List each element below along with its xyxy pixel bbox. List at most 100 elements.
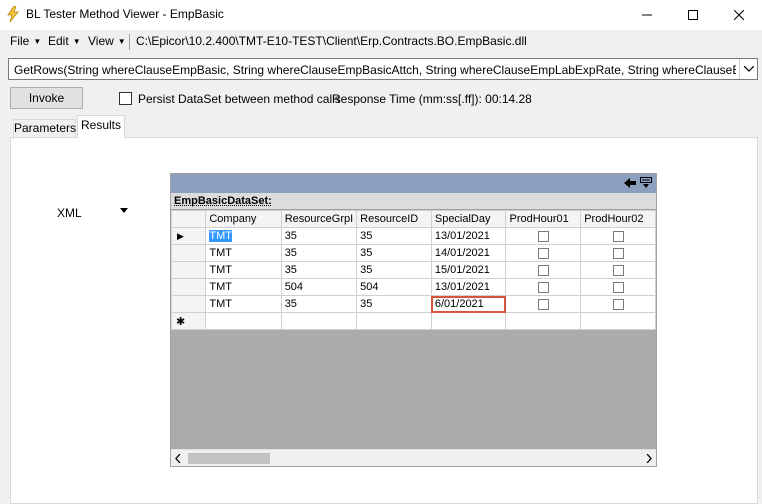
cell-company[interactable]: TMT <box>205 261 282 279</box>
column-header-company[interactable]: Company <box>205 210 282 228</box>
new-row[interactable]: ✱ <box>170 312 656 330</box>
dll-path: C:\Epicor\10.2.400\TMT-E10-TEST\Client\E… <box>136 34 527 48</box>
table-row[interactable]: TMT 504 504 13/01/2021 <box>170 278 656 296</box>
menu-separator <box>129 34 130 50</box>
row-selector[interactable] <box>170 278 207 296</box>
cell-company[interactable]: TMT <box>205 244 282 262</box>
cell-specialday[interactable]: 14/01/2021 <box>430 244 507 262</box>
cell-resourcegrpid[interactable]: 35 <box>280 227 358 245</box>
cell-resourcegrpid[interactable]: 35 <box>280 295 358 313</box>
lightning-icon <box>7 6 19 22</box>
cell-company[interactable]: TMT <box>205 295 282 313</box>
cell-prodhour02[interactable] <box>580 278 656 296</box>
cell-prodhour01[interactable] <box>505 295 582 313</box>
cell-prodhour01[interactable] <box>505 261 582 279</box>
cell-prodhour01[interactable] <box>505 278 582 296</box>
column-header-prodhour02[interactable]: ProdHour02 <box>580 210 656 228</box>
cell-prodhour01[interactable] <box>505 227 582 245</box>
chevron-down-icon[interactable] <box>739 59 757 79</box>
menu-view[interactable]: View ▼ <box>88 34 126 48</box>
cell-prodhour01[interactable] <box>505 312 582 330</box>
caret-down-icon[interactable] <box>120 208 128 213</box>
cell-specialday[interactable]: 13/01/2021 <box>430 227 507 245</box>
current-row-indicator[interactable]: ▶ <box>170 227 207 245</box>
minimize-button[interactable] <box>624 0 670 30</box>
cell-resourcegrpid[interactable]: 35 <box>280 244 358 262</box>
cell-company[interactable]: TMT <box>205 278 282 296</box>
cell-resourceid[interactable]: 35 <box>356 261 432 279</box>
column-header-resourcegrpid[interactable]: ResourceGrpI <box>280 210 358 228</box>
table-row[interactable]: TMT 35 35 15/01/2021 <box>170 261 656 279</box>
prodhour01-checkbox[interactable] <box>538 247 550 259</box>
column-header-specialday[interactable]: SpecialDay <box>430 210 507 228</box>
prodhour01-checkbox[interactable] <box>538 281 550 293</box>
cell-prodhour02[interactable] <box>580 227 656 245</box>
cell-company[interactable]: TMT <box>205 227 282 245</box>
cell-resourcegrpid[interactable] <box>280 312 358 330</box>
menu-edit[interactable]: Edit ▼ <box>48 34 81 48</box>
menu-file[interactable]: File ▼ <box>10 34 41 48</box>
close-icon <box>734 10 744 20</box>
prodhour02-checkbox[interactable] <box>613 264 625 276</box>
cell-resourceid[interactable]: 35 <box>356 244 432 262</box>
caret-down-icon: ▼ <box>117 37 126 46</box>
cell-prodhour02[interactable] <box>580 295 656 313</box>
dataset-grid[interactable]: EmpBasicDataSet: Company ResourceGrpI Re… <box>170 173 657 467</box>
cell-resourceid[interactable]: 35 <box>356 295 432 313</box>
column-header-prodhour01[interactable]: ProdHour01 <box>505 210 582 228</box>
table-row[interactable]: TMT 35 35 14/01/2021 <box>170 244 656 262</box>
horizontal-scrollbar[interactable] <box>171 449 656 466</box>
cell-resourceid[interactable] <box>356 312 432 330</box>
tab-results[interactable]: Results <box>77 115 125 138</box>
maximize-button[interactable] <box>670 0 716 30</box>
response-time: Response Time (mm:ss[.ff]): 00:14.28 <box>332 92 532 106</box>
table-row[interactable]: ▶ TMT 35 35 13/01/2021 <box>170 227 656 245</box>
row-selector[interactable] <box>170 261 207 279</box>
dataset-title: EmpBasicDataSet: <box>171 193 656 210</box>
output-format-select[interactable]: XML <box>57 206 82 220</box>
cell-prodhour02[interactable] <box>580 244 656 262</box>
prodhour01-checkbox[interactable] <box>538 298 550 310</box>
prodhour02-checkbox[interactable] <box>613 230 625 242</box>
cell-specialday[interactable]: 13/01/2021 <box>430 278 507 296</box>
cell-resourcegrpid[interactable]: 35 <box>280 261 358 279</box>
results-table: Company ResourceGrpI ResourceID SpecialD… <box>170 210 656 330</box>
maximize-icon <box>688 10 698 20</box>
scrollbar-thumb[interactable] <box>188 453 270 464</box>
cell-prodhour01[interactable] <box>505 244 582 262</box>
row-selector-header <box>170 210 207 228</box>
new-row-indicator[interactable]: ✱ <box>170 312 207 330</box>
persist-dataset-checkbox[interactable] <box>119 92 132 105</box>
scroll-right-icon[interactable] <box>646 454 652 463</box>
prodhour02-checkbox[interactable] <box>613 298 625 310</box>
cell-specialday[interactable] <box>430 312 507 330</box>
method-select-value: GetRows(String whereClauseEmpBasic, Stri… <box>14 63 736 77</box>
table-row[interactable]: TMT 35 35 6/01/2021 <box>170 295 656 313</box>
grid-caption-bar <box>171 174 656 193</box>
caret-down-icon: ▼ <box>33 37 42 46</box>
cell-company[interactable] <box>205 312 282 330</box>
column-header-resourceid[interactable]: ResourceID <box>356 210 432 228</box>
menu-bar: File ▼ Edit ▼ View ▼ C:\Epicor\10.2.400\TMT… <box>0 30 762 52</box>
cell-resourceid[interactable]: 504 <box>356 278 432 296</box>
prodhour02-checkbox[interactable] <box>613 281 625 293</box>
cell-resourcegrpid[interactable]: 504 <box>280 278 358 296</box>
prodhour02-checkbox[interactable] <box>613 247 625 259</box>
method-select[interactable]: GetRows(String whereClauseEmpBasic, Stri… <box>8 58 758 80</box>
column-chooser-icon[interactable] <box>640 177 652 189</box>
invoke-button[interactable]: Invoke <box>10 87 83 109</box>
cell-specialday-highlighted[interactable]: 6/01/2021 <box>430 295 507 313</box>
cell-specialday[interactable]: 15/01/2021 <box>430 261 507 279</box>
cell-resourceid[interactable]: 35 <box>356 227 432 245</box>
table-header-row: Company ResourceGrpI ResourceID SpecialD… <box>170 210 656 228</box>
row-selector[interactable] <box>170 295 207 313</box>
cell-prodhour02[interactable] <box>580 312 656 330</box>
pin-back-icon[interactable] <box>624 177 636 189</box>
close-button[interactable] <box>716 0 762 30</box>
scroll-left-icon[interactable] <box>175 454 181 463</box>
tab-parameters[interactable]: Parameters <box>13 119 76 137</box>
prodhour01-checkbox[interactable] <box>538 230 550 242</box>
cell-prodhour02[interactable] <box>580 261 656 279</box>
row-selector[interactable] <box>170 244 207 262</box>
prodhour01-checkbox[interactable] <box>538 264 550 276</box>
